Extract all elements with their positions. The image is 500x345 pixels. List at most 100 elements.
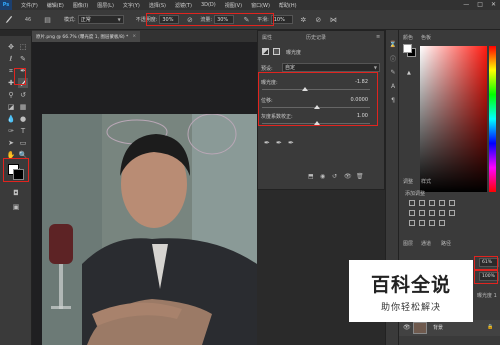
type-tool-icon[interactable]: T	[18, 126, 28, 136]
menu-select[interactable]: 选择(S)	[149, 2, 166, 9]
mask-icon[interactable]	[273, 48, 280, 55]
posterize-icon[interactable]	[419, 220, 425, 226]
gradient-tool-icon[interactable]: ▦	[18, 102, 28, 112]
move-tool-icon[interactable]: ✥	[6, 42, 16, 52]
menubar: Ps 文件(F) 编辑(E) 图像(I) 图层(L) 文字(Y) 选择(S) 滤…	[0, 0, 500, 10]
minimize-button[interactable]: —	[463, 1, 469, 8]
close-icon[interactable]: ×	[132, 34, 136, 39]
screen-mode-icon[interactable]: ▣	[11, 202, 21, 212]
exposure-icon[interactable]	[439, 200, 445, 206]
quick-select-tool-icon[interactable]: ✎	[18, 54, 28, 64]
canvas-area[interactable]	[32, 42, 257, 345]
menu-help[interactable]: 帮助(H)	[279, 2, 297, 9]
tab-swatches[interactable]: 色板	[421, 34, 431, 41]
visibility-eye-icon[interactable]: 👁	[344, 173, 352, 180]
clone-stamp-tool-icon[interactable]: ⚲	[6, 90, 16, 100]
tab-color[interactable]: 颜色	[403, 34, 413, 41]
shape-tool-icon[interactable]: ▭	[18, 138, 28, 148]
gray-point-eyedropper-icon[interactable]: ✒	[276, 139, 282, 147]
blur-tool-icon[interactable]: 💧	[6, 114, 16, 124]
menu-edit[interactable]: 编辑(E)	[47, 2, 64, 9]
clip-to-layer-icon[interactable]: ⬒	[308, 173, 314, 180]
visibility-eye-icon[interactable]: 👁	[403, 324, 411, 331]
mode-value: 正常	[80, 17, 91, 23]
exposure-adjustment-icon	[262, 48, 269, 55]
invert-icon[interactable]	[409, 220, 415, 226]
tab-properties[interactable]: 属性	[262, 34, 272, 41]
lock-icon: 🔒	[487, 324, 494, 330]
watermark-subtitle: 助你轻松解决	[380, 302, 441, 313]
watermark-title: 百科全说	[370, 273, 451, 296]
color-spectrum[interactable]	[420, 46, 487, 192]
brush-size-value: 46	[24, 16, 32, 23]
mode-select[interactable]: 正常 ▼	[77, 15, 124, 24]
white-point-eyedropper-icon[interactable]: ✒	[288, 139, 294, 147]
menu-window[interactable]: 窗口(W)	[251, 2, 270, 9]
channel-mixer-icon[interactable]	[449, 210, 455, 216]
portrait-illustration	[42, 114, 257, 345]
dodge-tool-icon[interactable]: ●	[18, 114, 28, 124]
gradient-map-icon[interactable]	[439, 220, 445, 226]
quick-mask-icon[interactable]: ◘	[11, 188, 21, 198]
menu-filter[interactable]: 滤镜(T)	[175, 2, 192, 9]
close-window-button[interactable]: ✕	[491, 1, 496, 8]
brush-panel-icon[interactable]: ▤	[43, 15, 52, 24]
character-panel-icon[interactable]: A	[389, 82, 397, 90]
history-panel-icon[interactable]: ⌛	[389, 40, 397, 48]
photoshop-logo: Ps	[0, 0, 12, 10]
brush-preset-picker[interactable]: 46	[19, 15, 37, 24]
path-select-tool-icon[interactable]: ➤	[6, 138, 16, 148]
eraser-tool-icon[interactable]: ◪	[6, 102, 16, 112]
document-tab[interactable]: 原片.png @ 66.7% (曝光度 1, 图层蒙板/8) * ×	[32, 31, 141, 42]
hue-saturation-icon[interactable]	[409, 210, 415, 216]
brightness-contrast-icon[interactable]	[409, 200, 415, 206]
preset-label: 预设:	[261, 66, 273, 72]
menu-view[interactable]: 视图(V)	[225, 2, 242, 9]
black-point-eyedropper-icon[interactable]: ✒	[264, 139, 270, 147]
history-brush-tool-icon[interactable]: ↺	[18, 90, 28, 100]
reset-icon[interactable]: ↺	[332, 173, 337, 180]
tab-channels[interactable]: 通道	[421, 240, 431, 247]
menu-3d[interactable]: 3D(D)	[201, 2, 216, 8]
preset-value: 自定	[285, 65, 296, 71]
brush-tool-icon[interactable]	[4, 15, 13, 24]
pressure-size-icon[interactable]: ⊘	[314, 15, 323, 24]
pen-tool-icon[interactable]: ✑	[6, 126, 16, 136]
photo-filter-icon[interactable]	[439, 210, 445, 216]
preset-select[interactable]: 自定 ▼	[282, 63, 380, 72]
symmetry-icon[interactable]: ⋈	[329, 15, 338, 24]
menu-layer[interactable]: 图层(L)	[97, 2, 114, 9]
tab-styles[interactable]: 样式	[421, 178, 431, 185]
menu-type[interactable]: 文字(Y)	[123, 2, 140, 9]
exposure-layer-name[interactable]: 曝光度 1	[477, 292, 497, 299]
background-layer-row[interactable]: 👁 背景 🔒	[399, 320, 500, 336]
color-balance-icon[interactable]	[419, 210, 425, 216]
paragraph-panel-icon[interactable]: ¶	[389, 96, 397, 104]
gear-icon[interactable]: ✲	[299, 15, 308, 24]
menu-image[interactable]: 图像(I)	[73, 2, 88, 9]
tab-adjustments[interactable]: 调整	[403, 178, 413, 185]
lasso-tool-icon[interactable]: ℓ	[6, 54, 16, 64]
brush-settings-icon[interactable]: ✎	[389, 68, 397, 76]
tab-history[interactable]: 历史记录	[306, 34, 326, 41]
tab-layers[interactable]: 图层	[403, 240, 413, 247]
vibrance-icon[interactable]	[449, 200, 455, 206]
info-panel-icon[interactable]: ⓘ	[389, 54, 397, 63]
chevron-down-icon: ▼	[117, 17, 121, 22]
hue-slider[interactable]	[489, 46, 496, 192]
watermark-logo: 百科全说 助你轻松解决	[349, 260, 473, 322]
curves-icon[interactable]	[429, 200, 435, 206]
menu-file[interactable]: 文件(F)	[21, 2, 38, 9]
tab-paths[interactable]: 路径	[441, 240, 451, 247]
smoothing-input[interactable]: 10%	[270, 15, 293, 24]
maximize-button[interactable]: □	[477, 1, 483, 8]
trash-icon[interactable]: 🗑	[356, 173, 364, 180]
panel-menu-icon[interactable]: ≡	[376, 34, 380, 40]
threshold-icon[interactable]	[429, 220, 435, 226]
levels-icon[interactable]	[419, 200, 425, 206]
view-previous-icon[interactable]: ◉	[320, 173, 325, 180]
black-white-icon[interactable]	[429, 210, 435, 216]
warning-icon[interactable]: ▲	[407, 70, 411, 76]
marquee-tool-icon[interactable]: ⬚	[18, 42, 28, 52]
foreground-color-chip[interactable]	[403, 44, 412, 53]
